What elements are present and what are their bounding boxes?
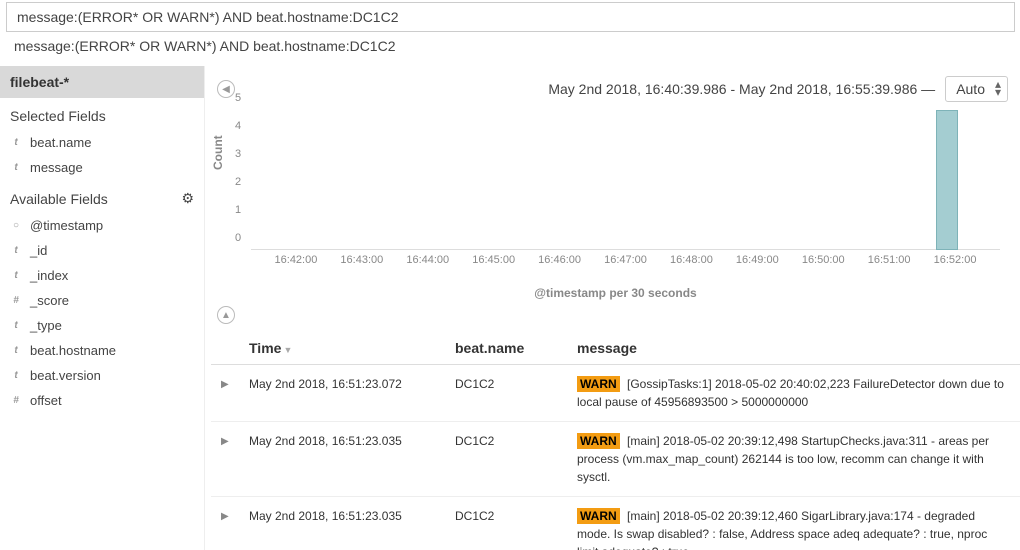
x-tick: 16:50:00 [802, 254, 845, 266]
cell-time: May 2nd 2018, 16:51:23.035 [249, 432, 455, 486]
index-pattern[interactable]: filebeat-* [0, 66, 204, 98]
expand-icon[interactable]: ▲ [217, 306, 235, 324]
sidebar: filebeat-* Selected Fields tbeat.nametme… [0, 66, 205, 550]
x-tick: 16:43:00 [340, 254, 383, 266]
y-axis-label: Count [211, 135, 225, 170]
warn-badge: WARN [577, 508, 620, 524]
col-message-header[interactable]: message [577, 340, 1010, 356]
table-row: ▶May 2nd 2018, 16:51:23.072DC1C2WARN [Go… [211, 365, 1020, 422]
x-tick: 16:42:00 [275, 254, 318, 266]
field-type-icon: t [10, 245, 22, 256]
histogram-chart[interactable]: Count 01234516:42:0016:43:0016:44:0016:4… [215, 110, 1010, 290]
field-name: beat.version [30, 368, 101, 383]
x-tick: 16:44:00 [406, 254, 449, 266]
x-tick: 16:52:00 [934, 254, 977, 266]
expand-row-icon[interactable]: ▶ [221, 507, 249, 550]
field-name: beat.name [30, 135, 91, 150]
col-beat-header[interactable]: beat.name [455, 340, 577, 356]
x-tick: 16:45:00 [472, 254, 515, 266]
selected-fields-label: Selected Fields [0, 98, 204, 130]
search-input[interactable] [6, 2, 1015, 32]
warn-badge: WARN [577, 433, 620, 449]
field-name: _score [30, 293, 69, 308]
selected-field[interactable]: t message [0, 155, 204, 180]
cell-time: May 2nd 2018, 16:51:23.035 [249, 507, 455, 550]
field-type-icon: # [10, 395, 22, 406]
histogram-bar[interactable] [936, 110, 958, 250]
main-content: ◀ May 2nd 2018, 16:40:39.986 - May 2nd 2… [205, 66, 1020, 550]
x-tick: 16:46:00 [538, 254, 581, 266]
search-suggestion[interactable]: message:(ERROR* OR WARN*) AND beat.hostn… [0, 32, 1020, 60]
interval-select[interactable]: Auto ▴▾ [945, 76, 1008, 102]
field-type-icon: t [10, 370, 22, 381]
available-fields-label: Available Fields [10, 191, 108, 207]
field-type-icon: t [10, 345, 22, 356]
cell-message: WARN [GossipTasks:1] 2018-05-02 20:40:02… [577, 375, 1010, 411]
field-name: beat.hostname [30, 343, 116, 358]
field-type-icon: t [10, 270, 22, 281]
sort-desc-icon: ▼ [283, 345, 292, 355]
available-field[interactable]: # _score [0, 288, 204, 313]
field-name: _type [30, 318, 62, 333]
y-tick: 2 [235, 176, 241, 188]
col-time-header[interactable]: Time▼ [249, 340, 455, 356]
field-type-icon: ○ [10, 220, 22, 231]
collapse-icon[interactable]: ◀ [217, 80, 235, 98]
field-name: message [30, 160, 83, 175]
available-field[interactable]: t _id [0, 238, 204, 263]
x-tick: 16:47:00 [604, 254, 647, 266]
y-tick: 3 [235, 148, 241, 160]
expand-row-icon[interactable]: ▶ [221, 375, 249, 411]
chevron-updown-icon: ▴▾ [995, 80, 1001, 96]
x-tick: 16:48:00 [670, 254, 713, 266]
field-type-icon: # [10, 295, 22, 306]
cell-message: WARN [main] 2018-05-02 20:39:12,498 Star… [577, 432, 1010, 486]
field-type-icon: t [10, 320, 22, 331]
cell-beat-name: DC1C2 [455, 375, 577, 411]
gear-icon[interactable]: ⚙ [181, 190, 194, 207]
field-name: offset [30, 393, 62, 408]
cell-time: May 2nd 2018, 16:51:23.072 [249, 375, 455, 411]
cell-beat-name: DC1C2 [455, 432, 577, 486]
available-field[interactable]: t beat.hostname [0, 338, 204, 363]
field-type-icon: t [10, 137, 22, 148]
expand-row-icon[interactable]: ▶ [221, 432, 249, 486]
y-tick: 4 [235, 120, 241, 132]
field-type-icon: t [10, 162, 22, 173]
table-row: ▶May 2nd 2018, 16:51:23.035DC1C2WARN [ma… [211, 497, 1020, 550]
selected-field[interactable]: t beat.name [0, 130, 204, 155]
available-field[interactable]: t _type [0, 313, 204, 338]
available-field[interactable]: t _index [0, 263, 204, 288]
field-name: _id [30, 243, 47, 258]
x-tick: 16:51:00 [868, 254, 911, 266]
warn-badge: WARN [577, 376, 620, 392]
interval-label: Auto [956, 81, 985, 97]
x-tick: 16:49:00 [736, 254, 779, 266]
available-field[interactable]: # offset [0, 388, 204, 413]
table-row: ▶May 2nd 2018, 16:51:23.035DC1C2WARN [ma… [211, 422, 1020, 497]
available-field[interactable]: t beat.version [0, 363, 204, 388]
field-name: @timestamp [30, 218, 103, 233]
time-range: May 2nd 2018, 16:40:39.986 - May 2nd 201… [548, 81, 935, 97]
y-tick: 5 [235, 92, 241, 104]
cell-beat-name: DC1C2 [455, 507, 577, 550]
table-header: Time▼ beat.name message [211, 324, 1020, 365]
field-name: _index [30, 268, 68, 283]
y-tick: 1 [235, 204, 241, 216]
y-tick: 0 [235, 232, 241, 244]
available-field[interactable]: ○ @timestamp [0, 213, 204, 238]
cell-message: WARN [main] 2018-05-02 20:39:12,460 Siga… [577, 507, 1010, 550]
